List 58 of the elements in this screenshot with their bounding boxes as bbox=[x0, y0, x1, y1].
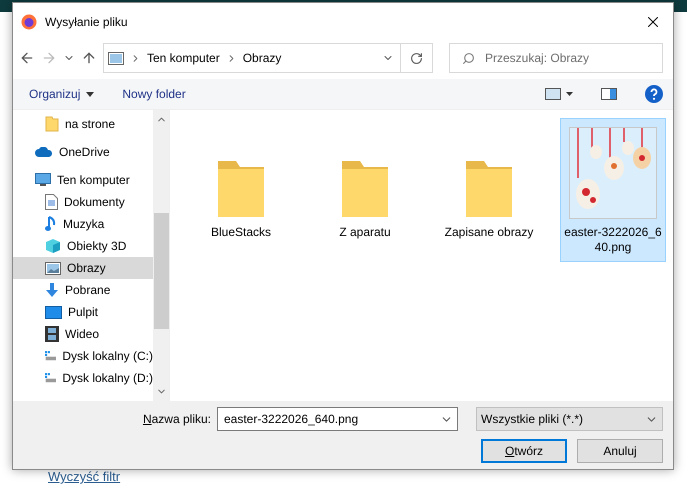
cube-icon bbox=[45, 238, 61, 254]
nav-item[interactable]: Obiekty 3D bbox=[13, 235, 153, 257]
nav-item[interactable]: Pobrane bbox=[13, 279, 153, 301]
organize-button[interactable]: Organizuj bbox=[29, 87, 94, 101]
dialog-button[interactable]: Otwórz bbox=[481, 439, 567, 463]
file-name: Z aparatu bbox=[338, 225, 392, 240]
drive-icon bbox=[45, 371, 56, 385]
nav-item[interactable]: Wideo bbox=[13, 323, 153, 345]
nav-item[interactable]: Dysk lokalny (D:) bbox=[13, 367, 153, 389]
browser-logo-icon bbox=[21, 14, 37, 30]
folder-icon bbox=[45, 116, 59, 132]
file-name: easter-3222026_640.png bbox=[563, 225, 663, 255]
refresh-icon bbox=[410, 52, 423, 64]
window-title: Wysyłanie pliku bbox=[45, 15, 129, 29]
up-button[interactable] bbox=[81, 50, 97, 66]
desktop-icon bbox=[45, 306, 62, 318]
nav-item[interactable]: Dysk lokalny (C:) bbox=[13, 345, 153, 367]
breadcrumb[interactable]: Obrazy bbox=[242, 51, 282, 65]
back-button[interactable] bbox=[19, 50, 35, 66]
file-name: Zapisane obrazy bbox=[444, 225, 534, 240]
caret-icon bbox=[86, 92, 94, 96]
nav-item[interactable]: OneDrive bbox=[13, 141, 153, 163]
file-item[interactable]: easter-3222026_640.png bbox=[560, 118, 666, 262]
down-arrow-icon bbox=[45, 282, 59, 298]
nav-item[interactable]: Pulpit bbox=[13, 301, 153, 323]
picture-icon bbox=[108, 52, 124, 64]
search-field[interactable]: Przeszukaj: Obrazy bbox=[449, 43, 663, 73]
new-folder-button[interactable]: Nowy folder bbox=[122, 87, 186, 101]
file-item[interactable]: Zapisane obrazy bbox=[436, 118, 542, 247]
file-name: BlueStacks bbox=[210, 225, 272, 240]
file-name-field[interactable]: easter-3222026_640.png bbox=[217, 407, 458, 431]
scrollbar-thumb[interactable] bbox=[154, 213, 168, 329]
preview-pane-button[interactable] bbox=[601, 88, 617, 100]
document-icon bbox=[45, 194, 58, 210]
breadcrumb[interactable]: Ten komputer bbox=[147, 51, 220, 65]
scrollbar[interactable] bbox=[153, 110, 169, 401]
search-icon bbox=[462, 52, 475, 64]
clear-filter-link[interactable]: Wyczyść filtr bbox=[48, 469, 120, 485]
nav-item[interactable]: Ten komputer bbox=[13, 169, 153, 191]
file-name-label: Nazwa pliku: bbox=[142, 412, 211, 426]
nav-item[interactable]: Dokumenty bbox=[13, 191, 153, 213]
film-icon bbox=[45, 326, 59, 342]
picture-icon bbox=[45, 262, 61, 274]
file-type-dropdown[interactable]: Wszystkie pliki (*.*) bbox=[476, 407, 663, 431]
nav-item[interactable]: Muzyka bbox=[13, 213, 153, 235]
music-note-icon bbox=[45, 216, 57, 232]
drive-icon bbox=[45, 349, 56, 363]
help-button[interactable] bbox=[645, 85, 663, 103]
dialog-button[interactable]: Anuluj bbox=[577, 439, 663, 463]
file-item[interactable]: Z aparatu bbox=[312, 118, 418, 247]
nav-item[interactable]: na strone bbox=[13, 113, 153, 135]
nav-item[interactable]: Obrazy bbox=[13, 257, 153, 279]
file-item[interactable]: BlueStacks bbox=[188, 118, 294, 247]
address-bar[interactable]: Ten komputer Obrazy bbox=[103, 43, 433, 73]
monitor-icon bbox=[35, 173, 51, 187]
file-name-input[interactable]: easter-3222026_640.png bbox=[222, 411, 436, 427]
cloud-icon bbox=[35, 147, 53, 157]
view-button[interactable] bbox=[545, 88, 573, 100]
